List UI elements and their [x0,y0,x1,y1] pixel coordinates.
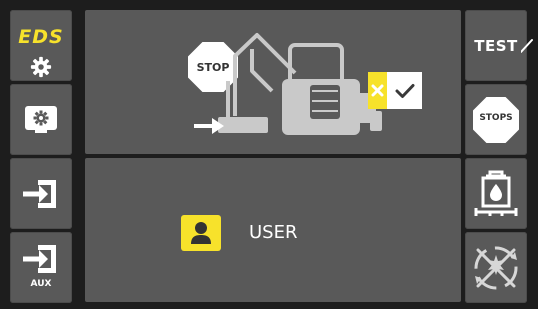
test-indicator-line [521,39,533,53]
test-button[interactable]: TEST [465,10,533,81]
rotation-disable-button[interactable] [465,232,527,303]
gear-icon [30,56,52,78]
user-button[interactable] [181,215,221,251]
check-segment[interactable] [387,72,422,109]
cross-segment[interactable] [368,72,387,109]
test-label: TEST [474,36,518,55]
aux-input-icon [23,245,56,273]
input-button[interactable] [10,158,72,229]
check-icon [395,83,414,98]
tank-level-button[interactable] [465,158,527,229]
machine-status-panel: STOP [85,10,461,154]
arrow-right-icon [194,118,224,134]
cross-check-toggle[interactable] [368,72,422,109]
cross-icon [371,84,384,97]
user-label: USER [249,222,298,243]
aux-input-button[interactable]: AUX [10,232,72,303]
aux-label: AUX [30,279,52,289]
screen-frame: EDS AUX STOP USER TEST STOPS [0,0,538,309]
eds-label: EDS [18,26,64,48]
eds-settings-button[interactable]: EDS [10,10,72,81]
display-settings-button[interactable] [10,84,72,155]
input-enter-icon [23,179,56,208]
tank-level-icon [474,170,518,216]
stops-label: STOPS [479,113,513,123]
display-settings-icon [25,105,57,133]
disabled-rotation-icon [474,246,518,289]
user-icon [191,222,211,244]
stops-button[interactable]: STOPS [465,84,527,155]
